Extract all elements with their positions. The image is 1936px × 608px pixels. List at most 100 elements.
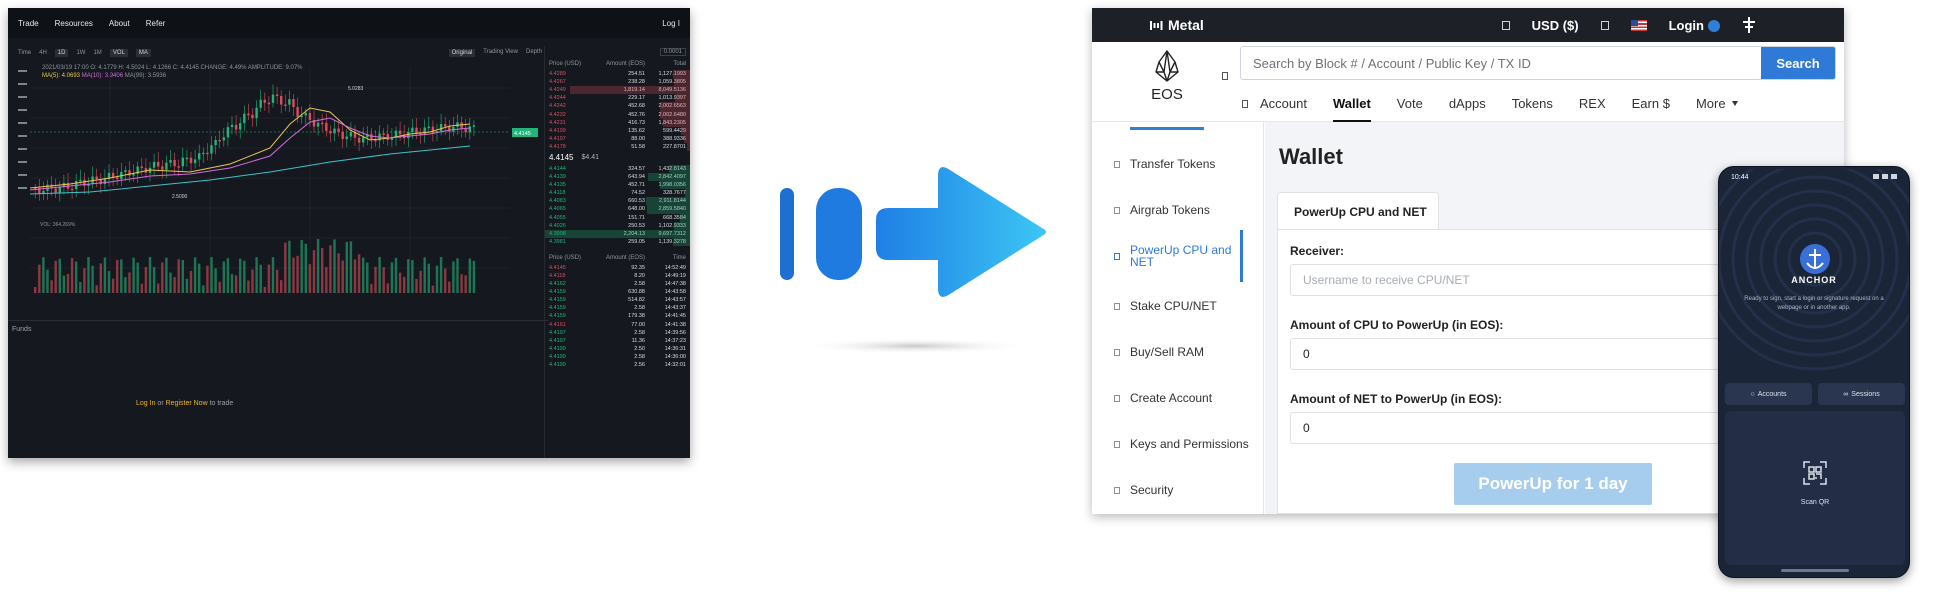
indicator-ma[interactable]: MA bbox=[135, 49, 151, 57]
sidebar-item-ram[interactable]: Buy/Sell RAM bbox=[1092, 346, 1264, 358]
measure-tool-icon[interactable] bbox=[17, 161, 27, 163]
receiver-input[interactable] bbox=[1290, 264, 1730, 296]
buy-order-row[interactable]: 4.4055 151.71 668.3584 bbox=[545, 213, 690, 222]
buy-order-row[interactable]: 4.4065 648.00 2,859.5840 bbox=[545, 205, 690, 214]
buy-order-row[interactable]: 4.3981 259.05 1,139.3278 bbox=[545, 237, 690, 246]
trade-row[interactable]: 4.4159 514.82 14:43:57 bbox=[545, 296, 690, 304]
tab-earn[interactable]: Earn $ bbox=[1632, 84, 1670, 122]
trade-row[interactable]: 4.4197 2.58 14:39:56 bbox=[545, 329, 690, 337]
buy-order-row[interactable]: 4.4083 660.53 2,911.8144 bbox=[545, 197, 690, 206]
sell-order-row[interactable]: 4.4178 51.58 227.8701 bbox=[545, 142, 690, 151]
rect-tool-icon[interactable] bbox=[17, 135, 27, 137]
interval-1m[interactable]: 1M bbox=[93, 50, 101, 56]
tab-account[interactable]: Account bbox=[1260, 84, 1307, 122]
sell-order-row[interactable]: 4.4289 254.51 1,127.1993 bbox=[545, 70, 690, 79]
sell-order-row[interactable]: 4.4199 135.62 599.4429 bbox=[545, 126, 690, 135]
interval-1w[interactable]: 1W bbox=[76, 50, 85, 56]
tab-dapps[interactable]: dApps bbox=[1449, 84, 1486, 122]
theme-toggle-icon[interactable] bbox=[1600, 20, 1609, 30]
sell-order-row[interactable]: 4.4244 229.17 1,013.9397 bbox=[545, 94, 690, 103]
home-icon[interactable] bbox=[1242, 100, 1248, 108]
scan-qr-button[interactable]: Scan QR bbox=[1725, 411, 1905, 565]
view-original[interactable]: Original bbox=[448, 49, 476, 57]
view-depth[interactable]: Depth bbox=[526, 49, 542, 57]
sell-order-row[interactable]: 4.4249 1,819.14 8,049.5136 bbox=[545, 86, 690, 95]
search-button[interactable]: Search bbox=[1761, 47, 1835, 79]
funds-tab[interactable]: Funds bbox=[12, 326, 31, 333]
candlestick-chart[interactable]: 5.0283 2.5000 4.4145 VOL: 364.269% bbox=[30, 68, 544, 298]
trendline-tool-icon[interactable] bbox=[17, 96, 27, 98]
nav-trade[interactable]: Trade bbox=[18, 19, 39, 28]
text-tool-icon[interactable] bbox=[17, 148, 27, 150]
sell-order-row[interactable]: 4.4231 416.73 1,843.2305 bbox=[545, 118, 690, 127]
interval-4h[interactable]: 4H bbox=[39, 50, 47, 56]
sidebar-item-airgrab-tokens[interactable]: Airgrab Tokens bbox=[1092, 204, 1264, 216]
indicator-vol[interactable]: VOL bbox=[109, 49, 128, 57]
exchange-login-link[interactable]: Log I bbox=[662, 19, 680, 28]
cursor-tool-icon[interactable] bbox=[17, 70, 27, 72]
language-flag-icon[interactable] bbox=[1630, 19, 1647, 31]
trade-row[interactable]: 4.4199 2.56 14:32:01 bbox=[545, 361, 690, 369]
sidebar-item-powerup[interactable]: PowerUp CPU and NET bbox=[1092, 230, 1243, 282]
fib-tool-icon[interactable] bbox=[17, 122, 27, 124]
register-link[interactable]: Register Now bbox=[166, 400, 208, 407]
sessions-button[interactable]: ∞ Sessions bbox=[1818, 383, 1905, 405]
tab-powerup[interactable]: PowerUp CPU and NET bbox=[1277, 192, 1439, 230]
cpu-amount-input[interactable]: 0 bbox=[1290, 338, 1730, 370]
login-button[interactable]: Login bbox=[1669, 18, 1720, 33]
login-link[interactable]: Log In bbox=[136, 400, 155, 407]
tab-tokens[interactable]: Tokens bbox=[1512, 84, 1553, 122]
crosshair-tool-icon[interactable] bbox=[17, 83, 27, 85]
buy-order-row[interactable]: 4.4026 250.53 1,102.9333 bbox=[545, 221, 690, 230]
currency-selector[interactable]: USD ($) bbox=[1532, 18, 1579, 33]
trade-row[interactable]: 4.4199 2.58 14:36:00 bbox=[545, 353, 690, 361]
trade-row[interactable]: 4.4197 11.36 14:37:23 bbox=[545, 337, 690, 345]
network-menu-icon[interactable] bbox=[1222, 72, 1228, 80]
nav-resources[interactable]: Resources bbox=[55, 19, 93, 28]
eye-tool-icon[interactable] bbox=[17, 187, 27, 189]
interval-time[interactable]: Time bbox=[18, 50, 31, 56]
row-amount: 92.35 bbox=[631, 264, 645, 271]
interval-1d[interactable]: 1D bbox=[54, 49, 69, 57]
sell-order-row[interactable]: 4.4242 452.68 2,002.6563 bbox=[545, 102, 690, 111]
tab-vote[interactable]: Vote bbox=[1397, 84, 1423, 122]
view-tradingview[interactable]: Trading View bbox=[483, 49, 518, 57]
trade-row[interactable]: 4.4159 179.38 14:41:45 bbox=[545, 312, 690, 320]
tab-more[interactable]: More bbox=[1696, 84, 1738, 122]
trade-row[interactable]: 4.4118 8.20 14:49:19 bbox=[545, 272, 690, 280]
trade-row[interactable]: 4.4162 2.58 14:47:38 bbox=[545, 280, 690, 288]
nav-about[interactable]: About bbox=[109, 19, 130, 28]
nav-refer[interactable]: Refer bbox=[146, 19, 166, 28]
trade-row[interactable]: 4.4145 92.35 14:52:49 bbox=[545, 264, 690, 272]
sell-order-row[interactable]: 4.4197 88.00 388.9336 bbox=[545, 134, 690, 143]
trade-row[interactable]: 4.4159 630.88 14:43:58 bbox=[545, 288, 690, 296]
metal-brand[interactable]: Metal bbox=[1150, 17, 1204, 33]
sidebar-item-create-account[interactable]: Create Account bbox=[1092, 392, 1264, 404]
lock-tool-icon[interactable] bbox=[17, 174, 27, 176]
buy-order-row[interactable]: 4.4135 452.71 1,998.0356 bbox=[545, 181, 690, 190]
powerup-submit-button[interactable]: PowerUp for 1 day bbox=[1454, 463, 1652, 505]
sidebar-item-stake[interactable]: Stake CPU/NET bbox=[1092, 300, 1264, 312]
sidebar-item-security[interactable]: Security bbox=[1092, 484, 1264, 496]
trade-row[interactable]: 4.4161 77.00 14:41:38 bbox=[545, 321, 690, 329]
price-step-select[interactable]: 0.0001 bbox=[659, 48, 686, 56]
sidebar-item-keys[interactable]: Keys and Permissions bbox=[1092, 438, 1264, 450]
tab-rex[interactable]: REX bbox=[1579, 84, 1606, 122]
eos-network-logo[interactable]: EOS bbox=[1130, 50, 1204, 130]
wallet-icon[interactable] bbox=[1501, 20, 1510, 30]
sidebar-item-transfer-tokens[interactable]: Transfer Tokens bbox=[1092, 158, 1264, 170]
network-switch-icon[interactable] bbox=[1742, 17, 1756, 33]
buy-order-row[interactable]: 4.3998 2,204.13 9,697.7312 bbox=[545, 229, 690, 238]
net-amount-input[interactable]: 0 bbox=[1290, 412, 1730, 444]
sell-order-row[interactable]: 4.4267 238.28 1,059.3805 bbox=[545, 78, 690, 87]
sell-order-row[interactable]: 4.4232 452.76 2,002.6480 bbox=[545, 110, 690, 119]
tab-wallet[interactable]: Wallet bbox=[1332, 84, 1371, 122]
search-input[interactable] bbox=[1241, 47, 1761, 79]
buy-order-row[interactable]: 4.4144 324.57 1,432.8143 bbox=[545, 164, 690, 174]
buy-order-row[interactable]: 4.4139 643.94 2,842.4097 bbox=[545, 173, 690, 182]
ray-tool-icon[interactable] bbox=[17, 109, 27, 111]
trade-row[interactable]: 4.4159 2.58 14:43:37 bbox=[545, 304, 690, 312]
accounts-button[interactable]: ○ Accounts bbox=[1725, 383, 1812, 405]
trade-row[interactable]: 4.4199 2.50 14:36:31 bbox=[545, 345, 690, 353]
buy-order-row[interactable]: 4.4118 74.52 328.7677 bbox=[545, 189, 690, 198]
